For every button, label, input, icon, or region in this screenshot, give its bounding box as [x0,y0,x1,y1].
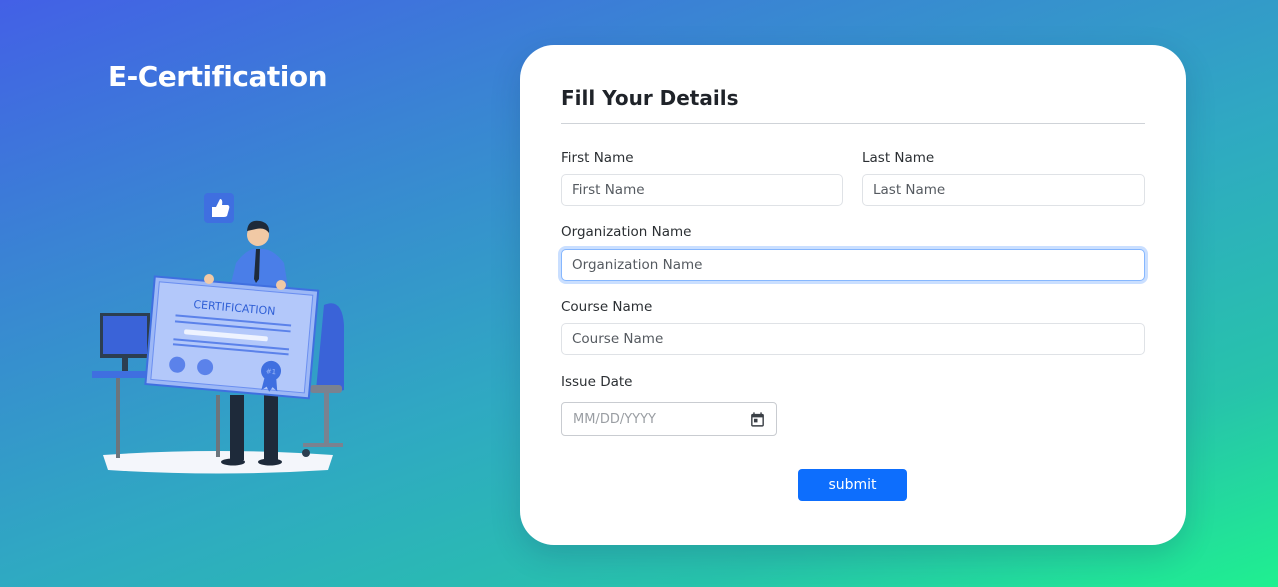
last-name-label: Last Name [862,150,935,166]
certificate: CERTIFICATION #1 [144,275,320,400]
calendar-icon[interactable] [749,411,766,428]
chair-back [316,303,344,393]
title-divider [561,123,1145,124]
monitor-screen [103,316,147,354]
desk-leg [116,378,120,458]
details-form-card: Fill Your Details First Name Last Name O… [520,45,1186,545]
first-name-input[interactable] [561,174,843,206]
organization-name-label: Organization Name [561,224,692,240]
submit-button[interactable]: submit [798,469,907,501]
course-name-label: Course Name [561,299,653,315]
first-name-label: First Name [561,150,634,166]
chair-seat [310,385,342,393]
certification-illustration: CERTIFICATION #1 [92,193,344,474]
person-leg [230,395,244,460]
brand-title: E-Certification [108,60,328,93]
last-name-input[interactable] [862,174,1145,206]
course-name-input[interactable] [561,323,1145,355]
issue-date-placeholder: MM/DD/YYYY [573,412,656,427]
form-title: Fill Your Details [561,86,739,110]
issue-date-input[interactable]: MM/DD/YYYY [561,402,777,436]
certificate-badge-text: #1 [265,367,276,376]
desk-leg-right [216,395,220,457]
issue-date-label: Issue Date [561,374,633,390]
organization-name-input[interactable] [561,249,1145,281]
